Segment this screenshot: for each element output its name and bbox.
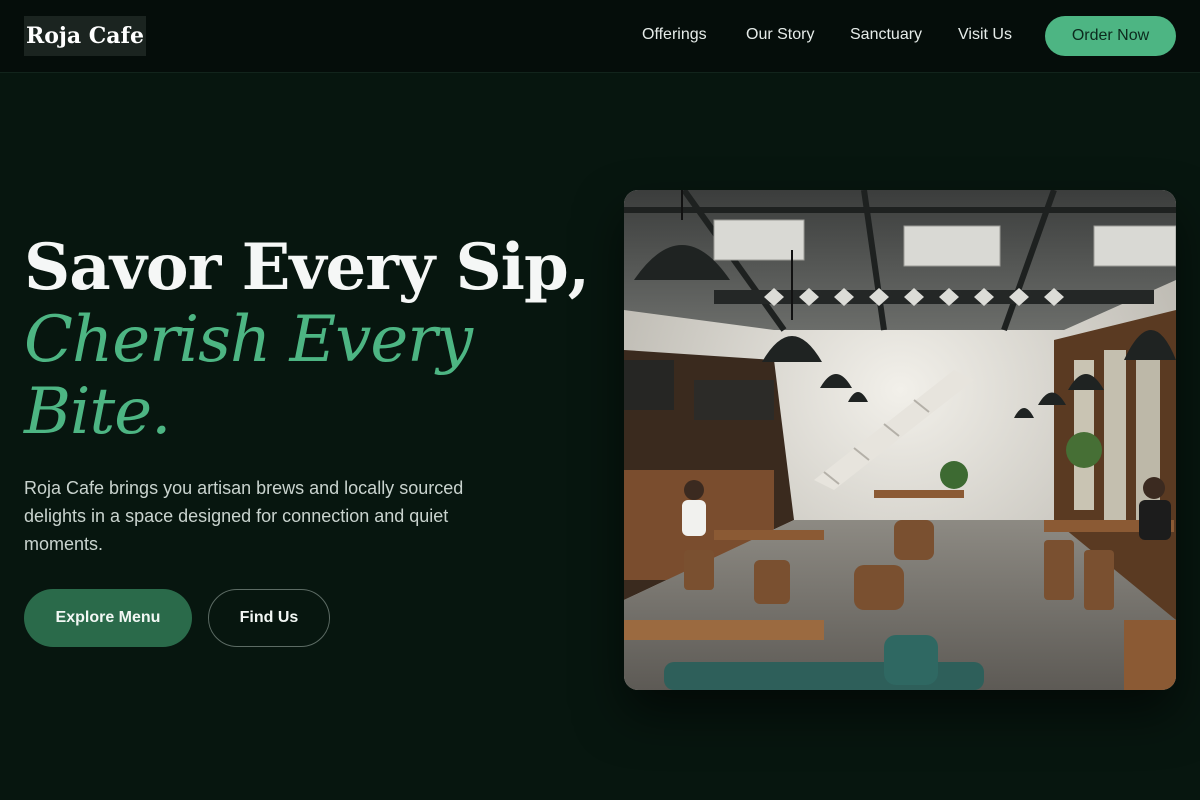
nav-link-our-story[interactable]: Our Story (746, 24, 814, 46)
order-now-button[interactable]: Order Now (1045, 16, 1176, 56)
headline-line-1: Savor Every Sip, (24, 230, 590, 305)
top-navigation-bar: Roja Cafe Offerings Our Story Sanctuary … (0, 0, 1200, 73)
nav-link-offerings[interactable]: Offerings (642, 24, 707, 46)
hero-headline: Savor Every Sip, Cherish Every Bite. (24, 230, 624, 449)
brand-logo[interactable]: Roja Cafe (24, 16, 146, 56)
nav-link-sanctuary[interactable]: Sanctuary (850, 24, 922, 46)
cafe-interior-photo (624, 190, 1176, 690)
nav-link-visit-us[interactable]: Visit Us (958, 24, 1012, 46)
explore-menu-button[interactable]: Explore Menu (24, 589, 192, 647)
headline-line-2: Cherish Every Bite. (24, 303, 473, 449)
hero-intro-text: Roja Cafe brings you artisan brews and l… (24, 478, 464, 554)
find-us-button[interactable]: Find Us (208, 589, 330, 647)
